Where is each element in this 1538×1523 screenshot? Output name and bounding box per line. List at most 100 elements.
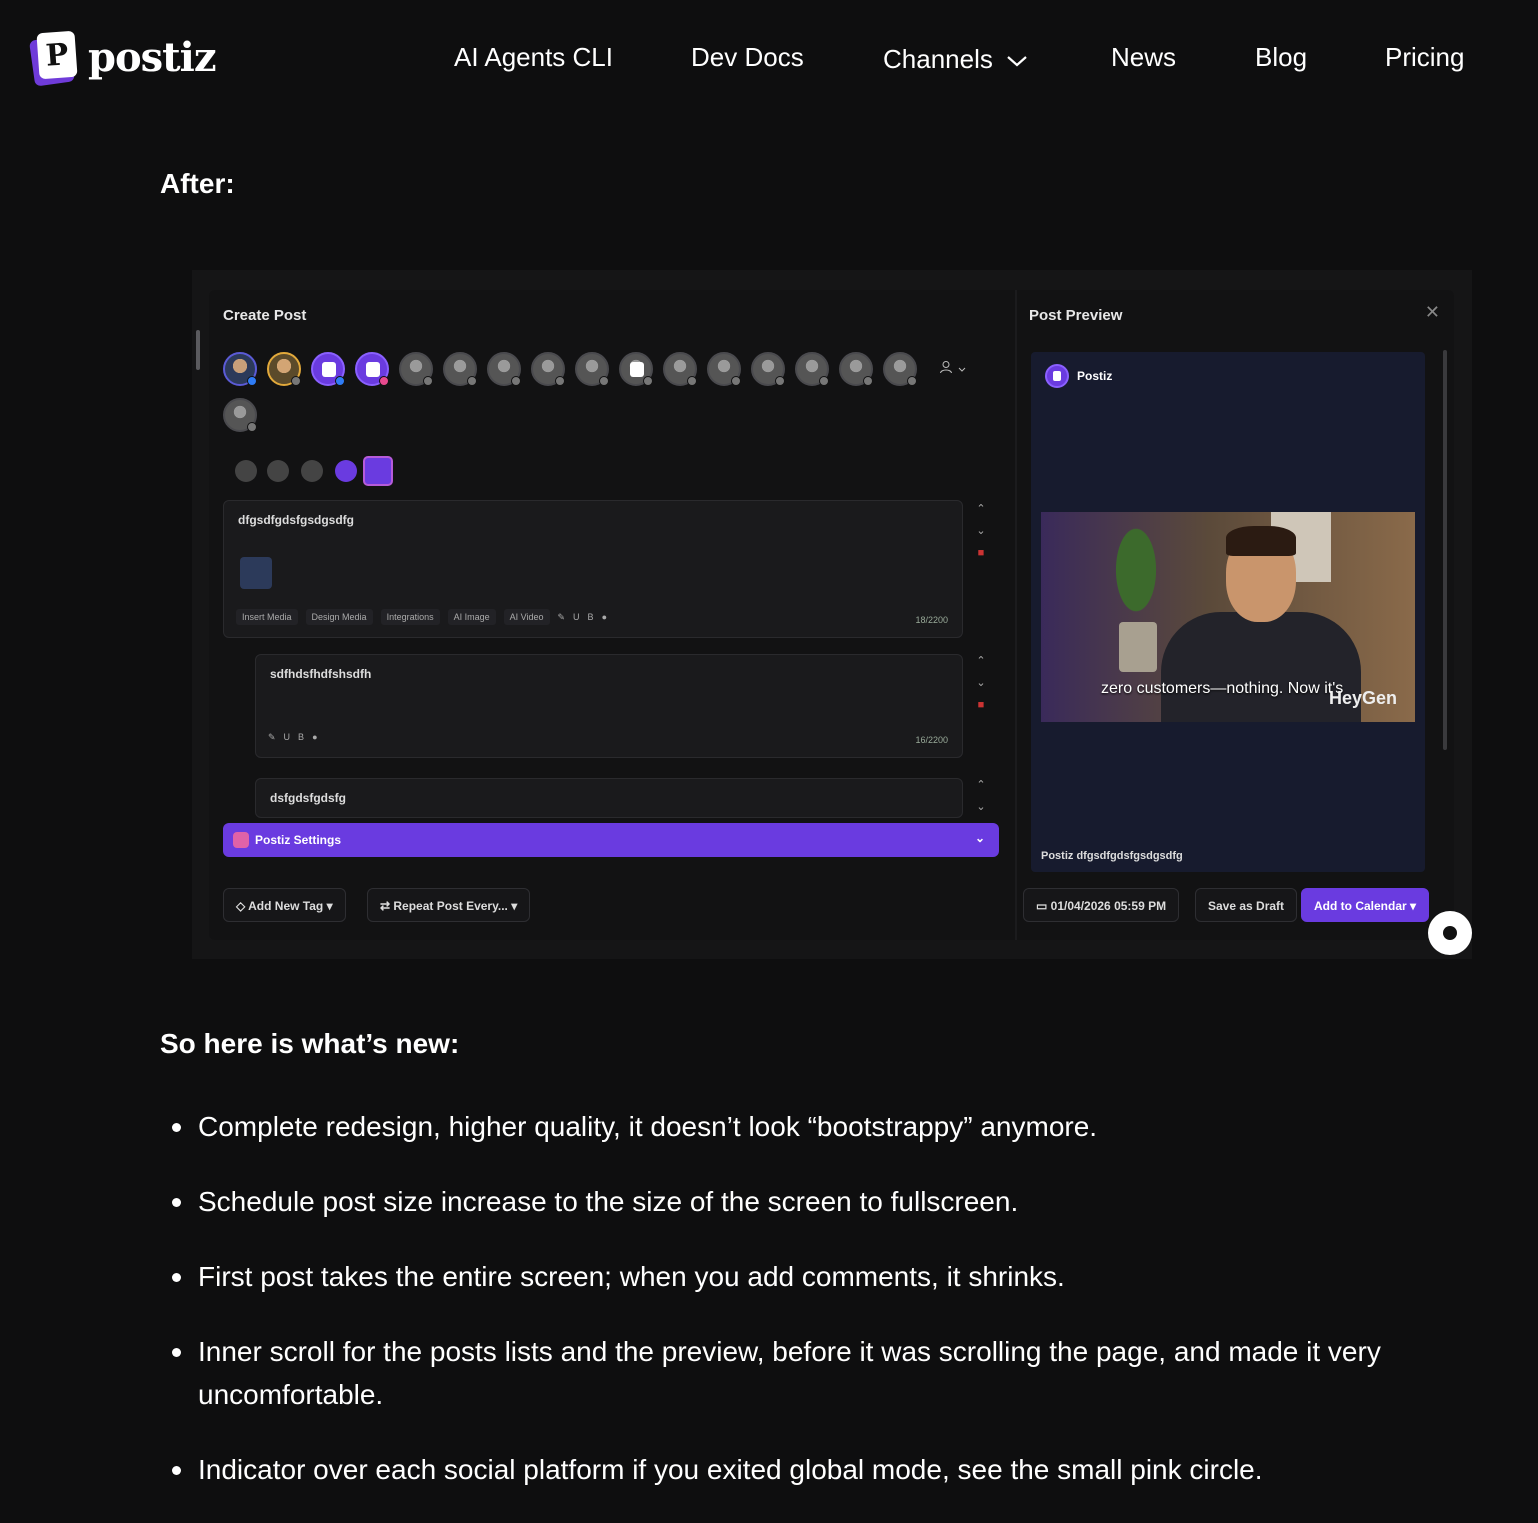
channel-avatar[interactable]	[751, 352, 785, 386]
emoji-icon[interactable]: ●	[602, 612, 607, 622]
video-caption: zero customers—nothing. Now it's	[1101, 680, 1344, 697]
preview-card: Postiz zero customers—nothing. Now it's …	[1031, 352, 1425, 872]
move-down-icon[interactable]: ⌄	[973, 520, 989, 542]
channel-avatar[interactable]	[795, 352, 829, 386]
bold-icon[interactable]: B	[588, 612, 594, 622]
preview-video[interactable]: zero customers—nothing. Now it's HeyGen	[1041, 512, 1415, 722]
repeat-label: Repeat Post Every...	[393, 899, 508, 913]
channel-avatar[interactable]	[707, 352, 741, 386]
nav-blog[interactable]: Blog	[1255, 42, 1307, 73]
move-up-icon[interactable]: ⌃	[973, 774, 989, 796]
channel-avatar[interactable]	[531, 352, 565, 386]
user-icon	[940, 361, 952, 374]
selected-channel-active[interactable]	[363, 456, 393, 486]
list-item: Inner scroll for the posts lists and the…	[170, 1330, 1490, 1416]
channel-avatar[interactable]	[267, 352, 301, 386]
create-post-modal: Create Post dfgsdfgdsfgsdgsdfg Insert Me…	[209, 290, 1454, 940]
page-scrollbar[interactable]	[196, 330, 200, 370]
postiz-settings-bar[interactable]: Postiz Settings ⌄	[223, 823, 999, 857]
channel-avatar[interactable]	[443, 352, 477, 386]
post-text: dfgsdfgdsfgsdgsdfg	[238, 513, 354, 527]
channel-avatar[interactable]	[223, 352, 257, 386]
settings-label: Postiz Settings	[255, 833, 342, 847]
close-icon[interactable]: ✕	[1425, 302, 1440, 323]
post-editor-main[interactable]: dfgsdfgdsfgsdgsdfg Insert Media Design M…	[223, 500, 963, 638]
settings-icon	[233, 832, 249, 848]
signature-icon[interactable]: ✎	[558, 612, 566, 623]
char-count: 18/2200	[915, 615, 948, 625]
media-thumbnail[interactable]	[240, 557, 272, 589]
selected-channel[interactable]	[301, 460, 323, 482]
feature-list: Complete redesign, higher quality, it do…	[170, 1105, 1490, 1523]
comment-controls: ⌃ ⌄ ■	[973, 650, 989, 716]
underline-icon[interactable]: U	[573, 612, 580, 622]
delete-icon[interactable]: ■	[973, 542, 989, 564]
nav-channels[interactable]: Channels	[883, 44, 1028, 75]
chevron-down-icon	[958, 367, 965, 372]
channel-avatar[interactable]	[399, 352, 433, 386]
nav-dev-docs[interactable]: Dev Docs	[691, 42, 804, 73]
channel-avatar[interactable]	[355, 352, 389, 386]
global-mode-icon[interactable]	[235, 460, 257, 482]
save-draft-label: Save as Draft	[1208, 899, 1285, 913]
insert-media-button[interactable]: Insert Media	[236, 609, 298, 625]
editor-toolbar: Insert Media Design Media Integrations A…	[236, 607, 950, 627]
selected-channel[interactable]	[335, 460, 357, 482]
channel-avatar[interactable]	[839, 352, 873, 386]
repeat-icon: ⇄	[380, 899, 394, 913]
datetime-value: 01/04/2026 05:59 PM	[1050, 899, 1167, 913]
ai-image-button[interactable]: AI Image	[447, 609, 496, 625]
nav-pricing[interactable]: Pricing	[1385, 42, 1464, 73]
chat-bubble-icon[interactable]	[1428, 911, 1472, 955]
signature-icon[interactable]: ✎	[268, 732, 276, 743]
design-media-button[interactable]: Design Media	[305, 609, 373, 625]
logo-icon: P	[28, 30, 80, 87]
selected-channel[interactable]	[267, 460, 289, 482]
emoji-icon[interactable]: ●	[312, 732, 317, 742]
underline-icon[interactable]: U	[284, 732, 291, 742]
channel-avatar[interactable]	[663, 352, 697, 386]
channel-avatar[interactable]	[487, 352, 521, 386]
ai-video-button[interactable]: AI Video	[503, 609, 550, 625]
nav-ai-agents-cli[interactable]: AI Agents CLI	[454, 42, 613, 73]
comment-text: sdfhdsfhdfshsdfh	[270, 667, 372, 681]
whats-new-heading: So here is what’s new:	[160, 1028, 460, 1059]
brand-name: postiz	[88, 33, 217, 81]
move-up-icon[interactable]: ⌃	[973, 498, 989, 520]
nav-news[interactable]: News	[1111, 42, 1176, 73]
comment-toolbar: ✎ U B ●	[268, 727, 950, 747]
list-item: Schedule post size increase to the size …	[170, 1180, 1490, 1223]
preview-scrollbar[interactable]	[1443, 350, 1447, 750]
save-draft-button[interactable]: Save as Draft	[1195, 888, 1298, 922]
add-calendar-label: Add to Calendar	[1314, 899, 1407, 913]
integrations-button[interactable]: Integrations	[380, 609, 440, 625]
preview-text: Postiz dfgsdfgdsfgsdgsdfg	[1041, 850, 1183, 862]
nav-channels-label: Channels	[883, 44, 993, 74]
comment-text: dsfgdsfgdsfg	[270, 791, 346, 805]
channel-avatar[interactable]	[575, 352, 609, 386]
move-down-icon[interactable]: ⌄	[973, 796, 989, 818]
author-name: Postiz	[1077, 369, 1113, 383]
channel-avatar[interactable]	[619, 352, 653, 386]
add-to-calendar-button[interactable]: Add to Calendar ▾	[1301, 888, 1430, 922]
editor-controls: ⌃ ⌄ ■	[973, 498, 989, 564]
add-tag-button[interactable]: ◇ Add New Tag ▾	[223, 888, 346, 922]
create-post-screenshot: Create Post dfgsdfgdsfgsdgsdfg Insert Me…	[192, 270, 1472, 959]
comment-controls: ⌃ ⌄	[973, 774, 989, 818]
channel-avatar[interactable]	[883, 352, 917, 386]
post-preview-title: Post Preview	[1029, 307, 1123, 324]
calendar-icon: ▭	[1036, 899, 1051, 913]
tag-icon: ◇	[236, 899, 249, 913]
comment-editor[interactable]: dsfgdsfgdsfg	[255, 778, 963, 818]
channel-avatar[interactable]	[311, 352, 345, 386]
delete-icon[interactable]: ■	[973, 694, 989, 716]
move-down-icon[interactable]: ⌄	[973, 672, 989, 694]
postiz-logo[interactable]: P postiz	[28, 30, 217, 87]
bold-icon[interactable]: B	[298, 732, 304, 742]
channel-avatar[interactable]	[223, 398, 257, 432]
date-picker[interactable]: ▭ 01/04/2026 05:59 PM	[1023, 888, 1180, 922]
repeat-post-button[interactable]: ⇄ Repeat Post Every... ▾	[367, 888, 531, 922]
move-up-icon[interactable]: ⌃	[973, 650, 989, 672]
customer-selector[interactable]	[939, 360, 967, 377]
comment-editor[interactable]: sdfhdsfhdfshsdfh ✎ U B ● 16/2200	[255, 654, 963, 758]
